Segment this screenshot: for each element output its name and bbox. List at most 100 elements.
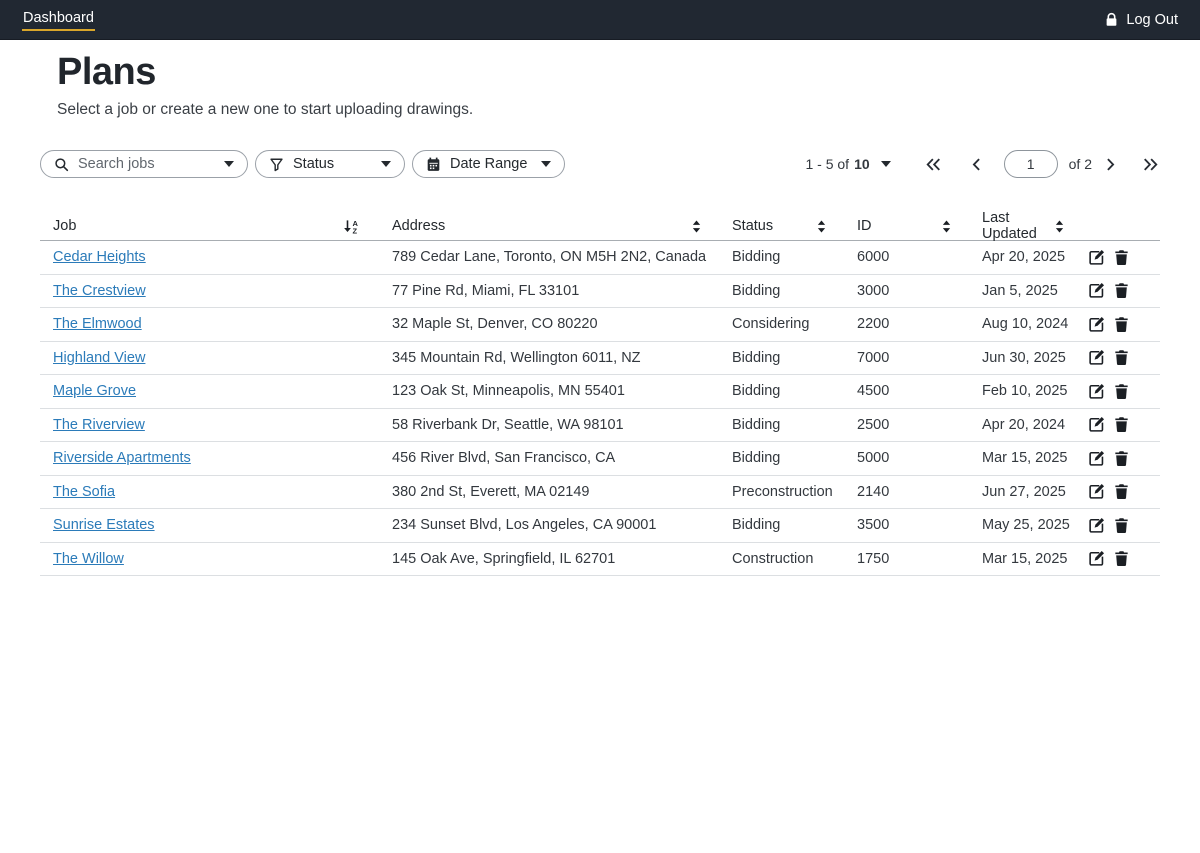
edit-button[interactable] — [1088, 282, 1105, 299]
column-header-id: ID — [844, 218, 969, 234]
table-body: Cedar Heights 789 Cedar Lane, Toronto, O… — [40, 241, 1160, 576]
actions-cell — [1082, 316, 1160, 333]
chevron-down-icon[interactable] — [224, 161, 234, 167]
actions-cell — [1082, 517, 1160, 534]
edit-button[interactable] — [1088, 550, 1105, 567]
edit-pencil-icon — [1088, 416, 1105, 433]
last-updated-cell: Feb 10, 2025 — [969, 383, 1082, 399]
actions-cell — [1082, 249, 1160, 266]
job-link[interactable]: The Crestview — [53, 283, 146, 299]
sort-up-down-icon[interactable] — [941, 220, 952, 233]
previous-page-button[interactable] — [970, 156, 983, 173]
dashboard-link[interactable]: Dashboard — [22, 8, 95, 31]
job-link[interactable]: The Elmwood — [53, 316, 142, 332]
delete-button[interactable] — [1113, 483, 1130, 500]
trash-icon — [1113, 483, 1130, 500]
edit-button[interactable] — [1088, 416, 1105, 433]
job-cell: Cedar Heights — [40, 249, 379, 265]
page-subtitle: Select a job or create a new one to star… — [57, 101, 1200, 119]
column-label: Job — [53, 218, 76, 234]
double-chevron-right-icon — [1143, 158, 1158, 171]
edit-pencil-icon — [1088, 282, 1105, 299]
job-link[interactable]: The Willow — [53, 551, 124, 567]
trash-icon — [1113, 450, 1130, 467]
logout-button[interactable]: Log Out — [1104, 12, 1178, 28]
date-range-filter-label: Date Range — [450, 156, 527, 172]
job-cell: Highland View — [40, 350, 379, 366]
last-page-button[interactable] — [1141, 156, 1160, 173]
job-cell: Sunrise Estates — [40, 517, 379, 533]
sort-up-down-icon[interactable] — [1054, 220, 1065, 233]
pagination-controls: 1 - 5 of 10 of 2 — [805, 150, 1160, 178]
delete-button[interactable] — [1113, 383, 1130, 400]
table-row: The Riverview 58 Riverbank Dr, Seattle, … — [40, 409, 1160, 443]
edit-pencil-icon — [1088, 383, 1105, 400]
status-cell: Bidding — [719, 517, 844, 533]
delete-button[interactable] — [1113, 249, 1130, 266]
table-row: Riverside Apartments 456 River Blvd, San… — [40, 442, 1160, 476]
job-link[interactable]: The Riverview — [53, 417, 145, 433]
address-cell: 380 2nd St, Everett, MA 02149 — [379, 484, 719, 500]
edit-button[interactable] — [1088, 349, 1105, 366]
address-cell: 345 Mountain Rd, Wellington 6011, NZ — [379, 350, 719, 366]
trash-icon — [1113, 416, 1130, 433]
trash-icon — [1113, 550, 1130, 567]
actions-cell — [1082, 416, 1160, 433]
id-cell: 7000 — [844, 350, 969, 366]
edit-pencil-icon — [1088, 517, 1105, 534]
status-cell: Bidding — [719, 350, 844, 366]
job-link[interactable]: Sunrise Estates — [53, 517, 155, 533]
status-cell: Bidding — [719, 283, 844, 299]
delete-button[interactable] — [1113, 450, 1130, 467]
edit-button[interactable] — [1088, 450, 1105, 467]
edit-button[interactable] — [1088, 249, 1105, 266]
job-link[interactable]: Cedar Heights — [53, 249, 146, 265]
delete-button[interactable] — [1113, 416, 1130, 433]
job-link[interactable]: The Sofia — [53, 484, 115, 500]
job-link[interactable]: Riverside Apartments — [53, 450, 191, 466]
last-updated-cell: Mar 15, 2025 — [969, 450, 1082, 466]
edit-button[interactable] — [1088, 316, 1105, 333]
column-label: ID — [857, 218, 872, 234]
sort-up-down-icon[interactable] — [691, 220, 702, 233]
job-link[interactable]: Maple Grove — [53, 383, 136, 399]
trash-icon — [1113, 249, 1130, 266]
delete-button[interactable] — [1113, 282, 1130, 299]
search-jobs-combobox[interactable] — [40, 150, 248, 178]
status-cell: Bidding — [719, 383, 844, 399]
filter-group: Status Date Range — [40, 150, 565, 178]
actions-cell — [1082, 450, 1160, 467]
page-number-input[interactable] — [1004, 150, 1058, 178]
trash-icon — [1113, 383, 1130, 400]
delete-button[interactable] — [1113, 316, 1130, 333]
job-cell: Maple Grove — [40, 383, 379, 399]
edit-button[interactable] — [1088, 483, 1105, 500]
id-cell: 6000 — [844, 249, 969, 265]
last-updated-cell: Jan 5, 2025 — [969, 283, 1082, 299]
rows-per-page-select[interactable]: 1 - 5 of 10 — [805, 156, 890, 172]
page-title: Plans — [57, 50, 1200, 94]
table-row: Highland View 345 Mountain Rd, Wellingto… — [40, 342, 1160, 376]
job-link[interactable]: Highland View — [53, 350, 145, 366]
delete-button[interactable] — [1113, 349, 1130, 366]
status-filter-dropdown[interactable]: Status — [255, 150, 405, 178]
sort-up-down-icon[interactable] — [816, 220, 827, 233]
status-cell: Construction — [719, 551, 844, 567]
edit-button[interactable] — [1088, 383, 1105, 400]
search-input[interactable] — [78, 156, 215, 172]
delete-button[interactable] — [1113, 550, 1130, 567]
date-range-filter-dropdown[interactable]: Date Range — [412, 150, 565, 178]
status-cell: Bidding — [719, 417, 844, 433]
actions-cell — [1082, 282, 1160, 299]
address-cell: 145 Oak Ave, Springfield, IL 62701 — [379, 551, 719, 567]
job-cell: The Willow — [40, 551, 379, 567]
column-header-last-updated: Last Updated — [969, 210, 1082, 242]
page-size-value: 10 — [854, 156, 870, 172]
job-cell: The Crestview — [40, 283, 379, 299]
first-page-button[interactable] — [924, 156, 943, 173]
edit-button[interactable] — [1088, 517, 1105, 534]
sort-alpha-down-icon[interactable] — [342, 219, 362, 234]
delete-button[interactable] — [1113, 517, 1130, 534]
last-updated-cell: Mar 15, 2025 — [969, 551, 1082, 567]
next-page-button[interactable] — [1104, 156, 1117, 173]
